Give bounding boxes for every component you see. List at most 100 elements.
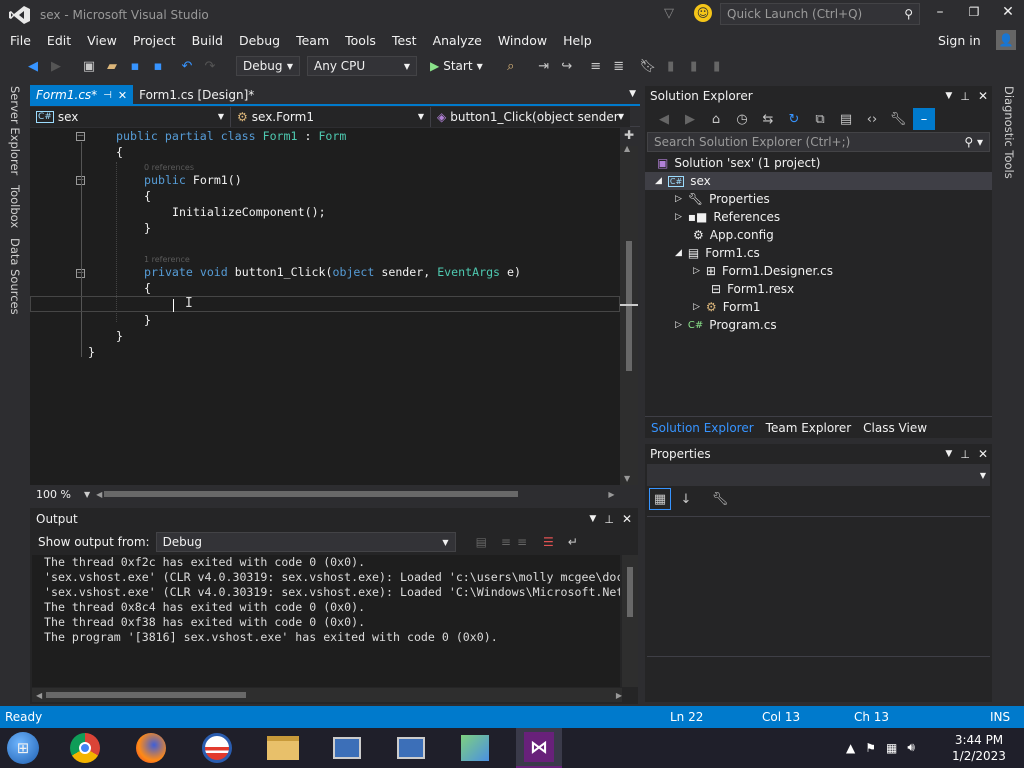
- menu-test[interactable]: Test: [384, 30, 425, 52]
- menu-view[interactable]: View: [79, 30, 125, 52]
- menu-build[interactable]: Build: [184, 30, 231, 52]
- zoom-level-select[interactable]: 100 %: [30, 488, 84, 501]
- preview-icon[interactable]: –: [913, 108, 935, 130]
- menu-edit[interactable]: Edit: [39, 30, 79, 52]
- window-options-icon[interactable]: ▼: [589, 514, 596, 524]
- start-button[interactable]: ▶ Start ▼: [426, 59, 487, 73]
- editor-vertical-scrollbar[interactable]: ▲ ▼: [620, 144, 638, 485]
- view-code-icon[interactable]: ‹›: [861, 108, 883, 130]
- server-explorer-tab[interactable]: Server Explorer: [8, 86, 22, 175]
- step-icon[interactable]: ⇥: [533, 55, 555, 77]
- tree-references[interactable]: ▷ ▪■ References: [645, 208, 992, 226]
- output-source-select[interactable]: Debug ▼: [155, 532, 456, 552]
- messenger-icon[interactable]: [452, 728, 498, 768]
- menu-tools[interactable]: Tools: [337, 30, 384, 52]
- redo-icon[interactable]: ↷: [199, 55, 221, 77]
- properties-wrench-icon[interactable]: 🔧︎: [887, 108, 909, 130]
- editor-horizontal-scroll-thumb[interactable]: [104, 491, 519, 497]
- split-editor-icon[interactable]: ✚: [622, 128, 636, 144]
- chevron-down-icon[interactable]: ▼: [84, 490, 90, 499]
- toolbox-tab[interactable]: Toolbox: [8, 185, 22, 228]
- property-pages-icon[interactable]: 🔧︎: [709, 488, 731, 510]
- feedback-smiley-icon[interactable]: ☺: [694, 4, 712, 22]
- show-all-files-icon[interactable]: ▤: [835, 108, 857, 130]
- collapsed-arrow-icon[interactable]: ▷: [693, 302, 700, 312]
- find-message-icon[interactable]: ▤: [476, 535, 487, 549]
- quick-launch-input[interactable]: Quick Launch (Ctrl+Q) ⚲: [720, 3, 920, 25]
- uncomment-icon[interactable]: ≣: [608, 55, 630, 77]
- account-avatar[interactable]: 👤: [996, 30, 1016, 50]
- visual-studio-taskbar-icon[interactable]: ⋈: [516, 728, 562, 768]
- start-orb-icon[interactable]: ⊞: [0, 728, 46, 768]
- scroll-thumb[interactable]: [627, 567, 633, 617]
- new-project-icon[interactable]: ▣: [78, 55, 100, 77]
- save-all-icon[interactable]: ▪: [147, 55, 169, 77]
- collapse-all-icon[interactable]: ⧉: [809, 108, 831, 130]
- scroll-thumb[interactable]: [46, 692, 246, 698]
- diagnostic-tools-tab[interactable]: Diagnostic Tools: [1002, 86, 1016, 179]
- undo-icon[interactable]: ↶: [176, 55, 198, 77]
- open-file-icon[interactable]: ▰: [101, 55, 123, 77]
- previous-message-icon[interactable]: ≡: [501, 535, 511, 549]
- code-lens-references[interactable]: 1 reference: [88, 252, 620, 264]
- next-bookmark-icon[interactable]: ▮: [683, 55, 705, 77]
- code-lens-references[interactable]: 0 references: [88, 160, 620, 172]
- volume-icon[interactable]: 🔊︎: [907, 740, 915, 755]
- collapse-class-icon[interactable]: –: [76, 131, 85, 141]
- window-options-icon[interactable]: ▼: [945, 449, 952, 459]
- pin-icon[interactable]: ⊣: [103, 90, 112, 101]
- network-icon[interactable]: ▦: [886, 741, 897, 755]
- tab-team-explorer[interactable]: Team Explorer: [760, 418, 858, 438]
- tree-form1-class[interactable]: ▷ ⚙︎ Form1: [645, 298, 992, 316]
- properties-object-select[interactable]: ▼: [647, 464, 990, 486]
- close-pane-icon[interactable]: ✕: [978, 89, 988, 103]
- tree-app-config[interactable]: ⚙︎ App.config: [645, 226, 992, 244]
- output-text[interactable]: The thread 0xf2c has exited with code 0 …: [32, 555, 620, 687]
- bookmark-icon[interactable]: 🔖︎: [637, 55, 659, 77]
- collapsed-arrow-icon[interactable]: ▷: [675, 212, 682, 222]
- tree-program-cs[interactable]: ▷ C# Program.cs: [645, 316, 992, 334]
- tree-form1-resx[interactable]: ⊟ Form1.resx: [645, 280, 992, 298]
- comment-icon[interactable]: ≡: [585, 55, 607, 77]
- scroll-left-icon[interactable]: ◀: [96, 490, 102, 499]
- code-editor[interactable]: – – – public partial class Form1 : Form …: [30, 128, 620, 485]
- scroll-right-icon[interactable]: ▶: [608, 490, 614, 499]
- categorized-icon[interactable]: ▦: [649, 488, 671, 510]
- tab-list-dropdown-icon[interactable]: ▼: [629, 89, 636, 99]
- pin-icon[interactable]: ⊥: [604, 513, 614, 526]
- platform-select[interactable]: Any CPU ▼: [307, 56, 417, 76]
- tree-form1-designer[interactable]: ▷ ⊞ Form1.Designer.cs: [645, 262, 992, 280]
- scroll-right-icon[interactable]: ▶: [616, 691, 622, 700]
- forward-icon[interactable]: ▶: [45, 55, 67, 77]
- scroll-left-icon[interactable]: ◀: [36, 691, 42, 700]
- configuration-select[interactable]: Debug ▼: [236, 56, 300, 76]
- next-message-icon[interactable]: ≡: [517, 535, 527, 549]
- tab-class-view[interactable]: Class View: [857, 418, 933, 438]
- close-pane-icon[interactable]: ✕: [978, 447, 988, 461]
- alphabetical-icon[interactable]: ↓: [675, 488, 697, 510]
- collapsed-arrow-icon[interactable]: ▷: [675, 194, 682, 204]
- scroll-up-icon[interactable]: ▲: [624, 144, 630, 153]
- menu-team[interactable]: Team: [288, 30, 337, 52]
- scroll-thumb[interactable]: [626, 241, 632, 371]
- tab-form1-cs[interactable]: Form1.cs* ⊣ ✕: [30, 85, 134, 105]
- expanded-arrow-icon[interactable]: ◢: [675, 248, 682, 258]
- tab-form1-design[interactable]: Form1.cs [Design]*: [133, 85, 260, 105]
- tray-expand-icon[interactable]: ▲: [846, 741, 855, 755]
- tab-solution-explorer[interactable]: Solution Explorer: [645, 418, 760, 438]
- find-icon[interactable]: ⌕: [500, 55, 522, 77]
- network-app-icon[interactable]: [388, 728, 434, 768]
- close-pane-icon[interactable]: ✕: [622, 512, 632, 526]
- menu-help[interactable]: Help: [555, 30, 600, 52]
- minimize-button[interactable]: –: [930, 4, 950, 20]
- step-over-icon[interactable]: ↪: [556, 55, 578, 77]
- close-window-button[interactable]: ✕: [998, 4, 1018, 20]
- data-sources-tab[interactable]: Data Sources: [8, 238, 22, 315]
- prev-bookmark-icon[interactable]: ▮: [660, 55, 682, 77]
- output-horizontal-scrollbar[interactable]: ◀ ▶: [32, 688, 622, 702]
- menu-file[interactable]: File: [2, 30, 39, 52]
- collapsed-arrow-icon[interactable]: ▷: [675, 320, 682, 330]
- menu-window[interactable]: Window: [490, 30, 555, 52]
- project-nav-select[interactable]: C# sex ▼: [30, 106, 230, 127]
- chrome-icon[interactable]: [62, 728, 108, 768]
